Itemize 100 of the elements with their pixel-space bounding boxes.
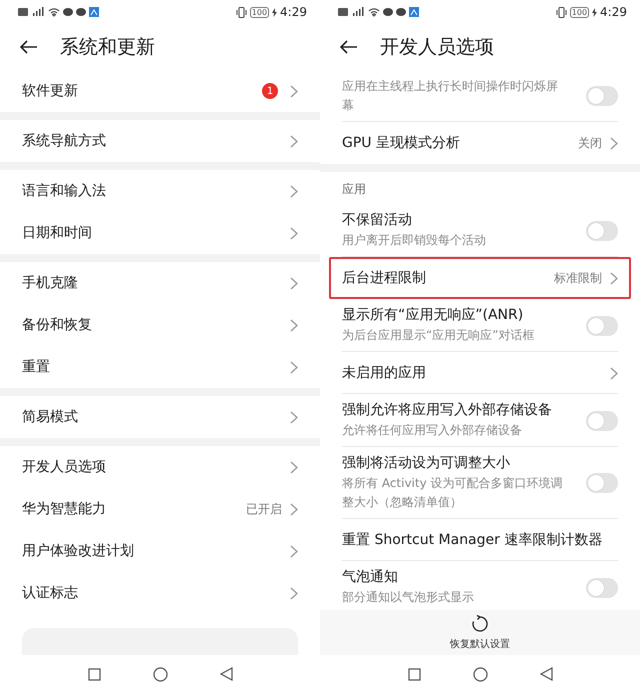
app-icon (409, 7, 419, 17)
settings-row[interactable]: 语言和输入法 (0, 170, 320, 212)
settings-row[interactable]: 重置 (0, 346, 320, 388)
settings-row[interactable]: 重置 Shortcut Manager 速率限制计数器 (320, 519, 640, 561)
clock-time: 4:29 (600, 5, 627, 19)
wifi-icon (48, 7, 60, 17)
home-icon[interactable] (152, 666, 168, 682)
section-header: 应用 (342, 182, 366, 196)
setting-title: GPU 呈现模式分析 (342, 134, 461, 152)
setting-title: 认证标志 (22, 584, 79, 602)
setting-title: 强制将活动设为可调整大小 (342, 454, 511, 472)
highlighted-settings-row[interactable]: 后台进程限制 标准限制 (329, 257, 631, 299)
chevron-icon (290, 360, 298, 374)
chevron-icon (290, 544, 298, 558)
settings-row[interactable]: 软件更新 1 (0, 70, 320, 112)
chevron-icon (290, 460, 298, 474)
setting-description: 为后台应用显示“应用无响应”对话框 (342, 327, 536, 344)
app-icon (89, 7, 99, 17)
setting-title: 华为智慧能力 (22, 500, 107, 518)
battery-level: 100 (570, 6, 590, 18)
setting-value: 已开启 (246, 500, 282, 518)
setting-title: 气泡通知 (342, 568, 399, 586)
recents-icon[interactable] (408, 668, 420, 680)
toggle-switch[interactable] (586, 86, 618, 106)
setting-title: 不保留活动 (342, 211, 413, 229)
setting-title: 后台进程限制 (342, 269, 427, 287)
setting-title: 重置 (22, 358, 51, 376)
toggle-switch[interactable] (586, 410, 618, 430)
page-title: 系统和更新 (60, 35, 155, 60)
toggle-switch[interactable] (586, 578, 618, 598)
chevron-icon (290, 184, 298, 198)
back-arrow-icon[interactable] (340, 40, 358, 54)
setting-value: 标准限制 (554, 270, 602, 286)
chevron-icon (610, 366, 618, 380)
chevron-icon (610, 272, 618, 284)
setting-description: 将所有 Activity 设为可配合多窗口环境调整大小（忽略清单值） (342, 475, 564, 511)
clock-time: 4:29 (280, 5, 307, 19)
toggle-switch[interactable] (586, 316, 618, 336)
settings-row[interactable]: GPU 呈现模式分析 关闭 (320, 122, 640, 164)
setting-title: 简易模式 (22, 408, 79, 426)
setting-title: 未启用的应用 (342, 364, 427, 382)
chevron-icon (290, 276, 298, 290)
vibrate-icon (556, 6, 567, 18)
charging-icon (592, 8, 598, 16)
setting-title: 语言和输入法 (22, 182, 107, 200)
setting-description: 允许将任何应用写入外部存储设备 (342, 422, 523, 439)
hd-icon (338, 8, 348, 16)
chevron-icon (290, 318, 298, 332)
settings-row[interactable]: 系统导航方式 (0, 120, 320, 162)
setting-title: 系统导航方式 (22, 132, 107, 150)
settings-row[interactable]: 应用在主线程上执行长时间操作时闪烁屏幕 (320, 70, 640, 122)
reset-icon[interactable] (471, 614, 489, 632)
page-title: 开发人员选项 (380, 35, 494, 60)
chevron-icon (610, 136, 618, 150)
back-icon[interactable] (220, 667, 232, 681)
vibrate-icon (236, 6, 247, 18)
settings-row[interactable]: 手机克隆 (0, 262, 320, 304)
setting-title: 显示所有“应用无响应”(ANR) (342, 306, 524, 324)
setting-title: 用户体验改进计划 (22, 542, 135, 560)
toggle-switch[interactable] (586, 220, 618, 240)
settings-row[interactable]: 强制将活动设为可调整大小 将所有 Activity 设为可配合多窗口环境调整大小（忽略清单值） (320, 447, 640, 519)
settings-row[interactable]: 气泡通知 部分通知以气泡形式显示 (320, 561, 640, 610)
chevron-icon (290, 226, 298, 240)
settings-row[interactable]: 强制允许将应用写入外部存储设备 允许将任何应用写入外部存储设备 (320, 394, 640, 447)
charging-icon (272, 8, 278, 16)
battery-level: 100 (250, 6, 270, 18)
setting-title: 手机克隆 (22, 274, 79, 292)
setting-title: 软件更新 (22, 82, 79, 100)
home-icon[interactable] (472, 666, 488, 682)
settings-row[interactable]: 简易模式 (0, 396, 320, 438)
settings-row[interactable]: 不保留活动 用户离开后即销毁每个活动 (320, 204, 640, 257)
setting-value: 关闭 (578, 134, 602, 152)
setting-description: 部分通知以气泡形式显示 (342, 589, 475, 606)
settings-row[interactable]: 认证标志 (0, 572, 320, 614)
wifi-icon (368, 7, 380, 17)
notification-badge: 1 (262, 83, 278, 99)
setting-title: 日期和时间 (22, 224, 93, 242)
settings-row[interactable]: 日期和时间 (0, 212, 320, 254)
settings-row[interactable]: 华为智慧能力 已开启 (0, 488, 320, 530)
setting-title: 强制允许将应用写入外部存储设备 (342, 401, 553, 419)
back-icon[interactable] (540, 667, 552, 681)
chevron-icon (290, 586, 298, 600)
recents-icon[interactable] (88, 668, 100, 680)
setting-title: 备份和恢复 (22, 316, 93, 334)
settings-row[interactable]: 显示所有“应用无响应”(ANR) 为后台应用显示“应用无响应”对话框 (320, 299, 640, 352)
setting-description: 应用在主线程上执行长时间操作时闪烁屏幕 (342, 78, 559, 114)
setting-title: 开发人员选项 (22, 458, 107, 476)
signal-icon (351, 7, 365, 17)
toggle-switch[interactable] (586, 473, 618, 493)
settings-row[interactable]: 用户体验改进计划 (0, 530, 320, 572)
signal-icon (31, 7, 45, 17)
restore-defaults-button[interactable]: 恢复默认设置 (450, 636, 510, 650)
hd-icon (18, 8, 28, 16)
chevron-icon (290, 410, 298, 424)
setting-description: 用户离开后即销毁每个活动 (342, 232, 487, 249)
back-arrow-icon[interactable] (20, 40, 38, 54)
settings-row[interactable]: 开发人员选项 (0, 446, 320, 488)
setting-title: 重置 Shortcut Manager 速率限制计数器 (342, 531, 604, 549)
settings-row[interactable]: 未启用的应用 (320, 352, 640, 394)
settings-row[interactable]: 备份和恢复 (0, 304, 320, 346)
